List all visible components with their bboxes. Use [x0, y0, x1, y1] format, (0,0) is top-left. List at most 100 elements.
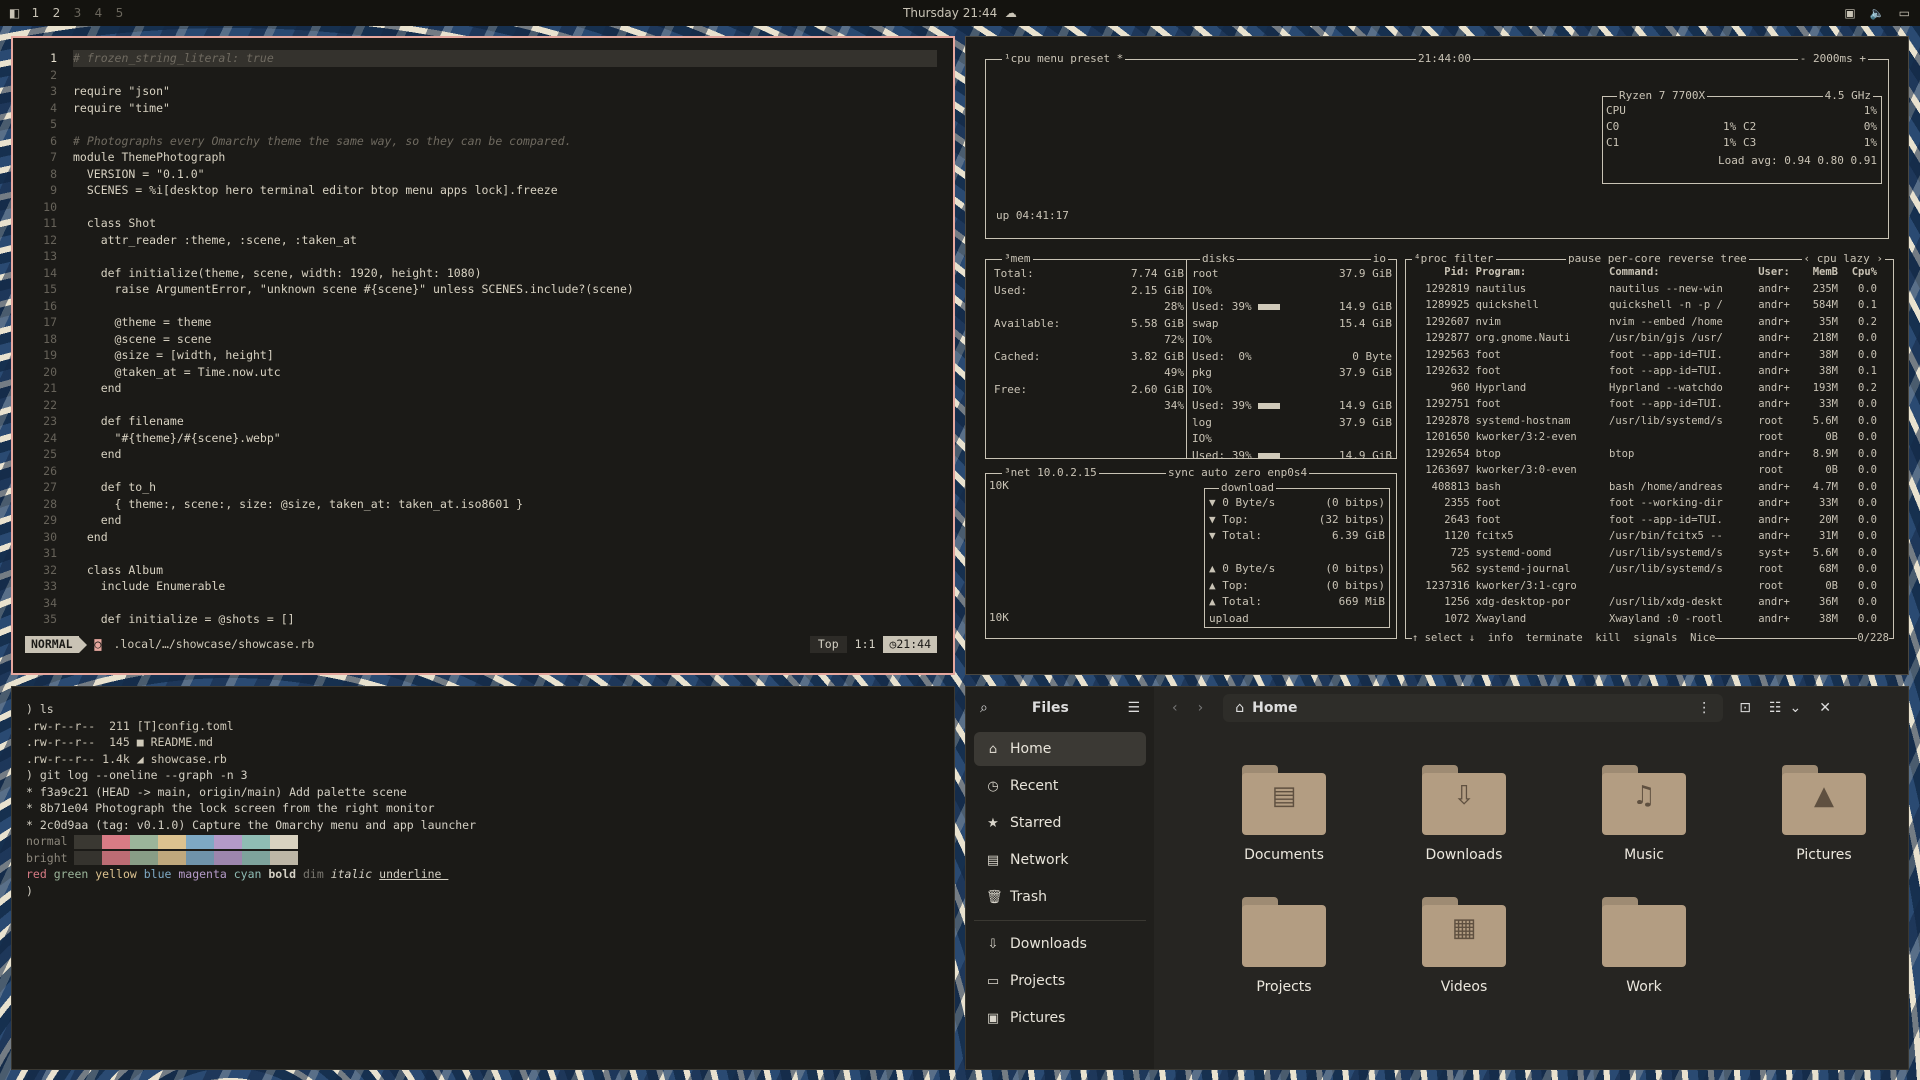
code-line[interactable]: SCENES = %i[desktop hero terminal editor…: [73, 182, 937, 199]
proc-row[interactable]: 1292878 systemd-hostnam/usr/lib/systemd/s…: [1410, 413, 1880, 430]
folder-music[interactable]: ♫ Music: [1554, 765, 1734, 863]
proc-header-cell[interactable]: Pid:: [1410, 264, 1473, 281]
code-line[interactable]: [73, 463, 937, 480]
proc-header-cell[interactable]: User:: [1755, 264, 1802, 281]
proc-row[interactable]: 1292877 org.gnome.Nauti/usr/bin/gjs /usr/…: [1410, 330, 1880, 347]
process-table[interactable]: Pid: Program: Command: User: MemB Cpu% 1292819…: [1410, 264, 1880, 627]
io-toggle[interactable]: io: [1370, 252, 1388, 266]
close-icon[interactable]: ✕: [1819, 700, 1831, 716]
proc-row[interactable]: 1292607 nvim nvim --embed /home andr+ 35M 0.2: [1410, 314, 1880, 331]
proc-row[interactable]: 1292563 foot foot --app-id=TUI. andr+ 38M 0.0: [1410, 347, 1880, 364]
code-line[interactable]: attr_reader :theme, :scene, :taken_at: [73, 232, 937, 249]
proc-row[interactable]: 1292819 nautilus nautilus --new-win andr+ 23…: [1410, 281, 1880, 298]
workspace-1[interactable]: 1: [29, 6, 42, 20]
code-line[interactable]: def initialize(theme, scene, width: 1920…: [73, 265, 937, 282]
code-line[interactable]: require "time": [73, 100, 937, 117]
sidebar-item-projects[interactable]: ▭ Projects: [974, 964, 1146, 998]
hamburger-menu-icon[interactable]: ☰: [1127, 700, 1140, 716]
code-line[interactable]: # frozen_string_literal: true: [73, 50, 937, 67]
code-line[interactable]: require "json": [73, 83, 937, 100]
btop-window[interactable]: ¹cpu menu preset * 21:44:00 - 2000ms + u…: [965, 36, 1909, 675]
proc-row[interactable]: 2355 foot foot --working-dir andr+ 33M 0.0: [1410, 495, 1880, 512]
code-line[interactable]: "#{theme}/#{scene}.webp": [73, 430, 937, 447]
folder-work[interactable]: Work: [1554, 897, 1734, 995]
workspace-4[interactable]: 4: [92, 6, 105, 20]
proc-header-cell[interactable]: Command:: [1606, 264, 1755, 281]
volume-icon[interactable]: 🔈: [1870, 6, 1885, 20]
search-icon[interactable]: ⌕: [980, 700, 988, 716]
proc-header-cell[interactable]: Cpu%: [1841, 264, 1880, 281]
code-line[interactable]: include Enumerable: [73, 578, 937, 595]
workspace-5[interactable]: 5: [113, 6, 126, 20]
proc-row[interactable]: 1292751 foot foot --app-id=TUI. andr+ 33M 0.0: [1410, 396, 1880, 413]
code-line[interactable]: { theme:, scene:, size: @size, taken_at:…: [73, 496, 937, 513]
code-line[interactable]: class Shot: [73, 215, 937, 232]
code-line[interactable]: [73, 199, 937, 216]
new-folder-icon[interactable]: ⊡: [1739, 700, 1751, 716]
code-line[interactable]: [73, 397, 937, 414]
folder-pictures[interactable]: ▲ Pictures: [1734, 765, 1908, 863]
code-line[interactable]: end: [73, 446, 937, 463]
disks-panel-label[interactable]: disks: [1200, 252, 1238, 266]
code-line[interactable]: module ThemePhotograph: [73, 149, 937, 166]
proc-row[interactable]: 1292654 btop btop andr+ 8.9M 0.0: [1410, 446, 1880, 463]
shell-prompt[interactable]: ): [26, 883, 476, 900]
zero-toggle[interactable]: zero: [1234, 466, 1261, 479]
proc-row[interactable]: 725 systemd-oomd/usr/lib/systemd/s syst+ 5.…: [1410, 545, 1880, 562]
path-bar-location[interactable]: Home: [1252, 700, 1297, 716]
proc-row[interactable]: 2643 foot foot --app-id=TUI. andr+ 20M 0.0: [1410, 512, 1880, 529]
sidebar-item-starred[interactable]: ★ Starred: [974, 806, 1146, 840]
proc-footer[interactable]: ↑ select ↓ info terminate kill signals N…: [1412, 629, 1716, 646]
code-line[interactable]: raise ArgumentError, "unknown scene #{sc…: [73, 281, 937, 298]
sidebar-item-network[interactable]: ▤ Network: [974, 843, 1146, 877]
proc-row[interactable]: 1292632 foot foot --app-id=TUI. andr+ 38M 0.1: [1410, 363, 1880, 380]
sidebar-item-recent[interactable]: ◷ Recent: [974, 769, 1146, 803]
preset-button[interactable]: preset *: [1070, 52, 1123, 65]
proc-row[interactable]: 408813 bash bash /home/andreas andr+ 4.7M 0.0: [1410, 479, 1880, 496]
back-button[interactable]: ‹: [1172, 700, 1178, 716]
proc-header-cell[interactable]: MemB: [1802, 264, 1841, 281]
code-line[interactable]: # Photographs every Omarchy theme the sa…: [73, 133, 937, 150]
proc-row[interactable]: 1256 xdg-desktop-por/usr/lib/xdg-deskt and…: [1410, 594, 1880, 611]
proc-row[interactable]: 562 systemd-journal/usr/lib/systemd/s root…: [1410, 561, 1880, 578]
proc-row[interactable]: 1201650 kworker/3:2-even root 0B 0.0: [1410, 429, 1880, 446]
proc-row[interactable]: 1289925 quickshell quickshell -n -p / andr+…: [1410, 297, 1880, 314]
refresh-rate-label[interactable]: 2000ms: [1813, 52, 1853, 65]
net-label[interactable]: net: [1011, 466, 1031, 479]
code-line[interactable]: VERSION = "0.1.0": [73, 166, 937, 183]
code-line[interactable]: end: [73, 380, 937, 397]
proc-row[interactable]: 960 Hyprland Hyprland --watchdo andr+ 193M 0.…: [1410, 380, 1880, 397]
proc-row[interactable]: 1237316 kworker/3:1-cgro root 0B 0.0: [1410, 578, 1880, 595]
code-line[interactable]: [73, 248, 937, 265]
code-line[interactable]: end: [73, 512, 937, 529]
code-line[interactable]: end: [73, 529, 937, 546]
app-menu-icon[interactable]: ◧: [8, 6, 21, 20]
code-line[interactable]: [73, 67, 937, 84]
folder-projects[interactable]: Projects: [1194, 897, 1374, 995]
code-line[interactable]: def initialize = @shots = []: [73, 611, 937, 628]
code-line[interactable]: @scene = scene: [73, 331, 937, 348]
proc-row[interactable]: 1120 fcitx5/usr/bin/fcitx5 -- andr+ 31M 0.0: [1410, 528, 1880, 545]
cpu-panel-label[interactable]: ¹cpu menu preset *: [1002, 52, 1126, 66]
code-line[interactable]: @size = [width, height]: [73, 347, 937, 364]
terminal-window[interactable]: ) ls .rw-r--r-- 211 [T]config.toml .rw-r--…: [11, 686, 955, 1070]
sidebar-item-downloads[interactable]: ⇩ Downloads: [974, 927, 1146, 961]
editor-window[interactable]: 1 2 3 4 5 6 7 8 9 10 11 12 13 14 15 16 17 18 19 20 21 22 23 24 2…: [11, 36, 955, 675]
code-line[interactable]: def filename: [73, 413, 937, 430]
code-line[interactable]: [73, 298, 937, 315]
code-line[interactable]: @taken_at = Time.now.utc: [73, 364, 937, 381]
chevron-down-icon[interactable]: ⌄: [1790, 700, 1802, 716]
terminal-output[interactable]: ) ls .rw-r--r-- 211 [T]config.toml .rw-r--…: [26, 701, 476, 899]
code-buffer[interactable]: # frozen_string_literal: true require "j…: [73, 50, 937, 628]
screen-icon[interactable]: ▣: [1844, 6, 1855, 20]
menu-button[interactable]: menu: [1037, 52, 1064, 65]
proc-row[interactable]: 1263697 kworker/3:0-even root 0B 0.0: [1410, 462, 1880, 479]
more-options-icon[interactable]: ⋮: [1697, 700, 1711, 716]
sidebar-item-pictures[interactable]: ▣ Pictures: [974, 1001, 1146, 1035]
workspace-3[interactable]: 3: [71, 6, 84, 20]
disks-label[interactable]: disks: [1202, 252, 1235, 265]
folder-documents[interactable]: ▤ Documents: [1194, 765, 1374, 863]
code-line[interactable]: [73, 595, 937, 612]
proc-header-cell[interactable]: Program:: [1473, 264, 1606, 281]
code-line[interactable]: [73, 116, 937, 133]
